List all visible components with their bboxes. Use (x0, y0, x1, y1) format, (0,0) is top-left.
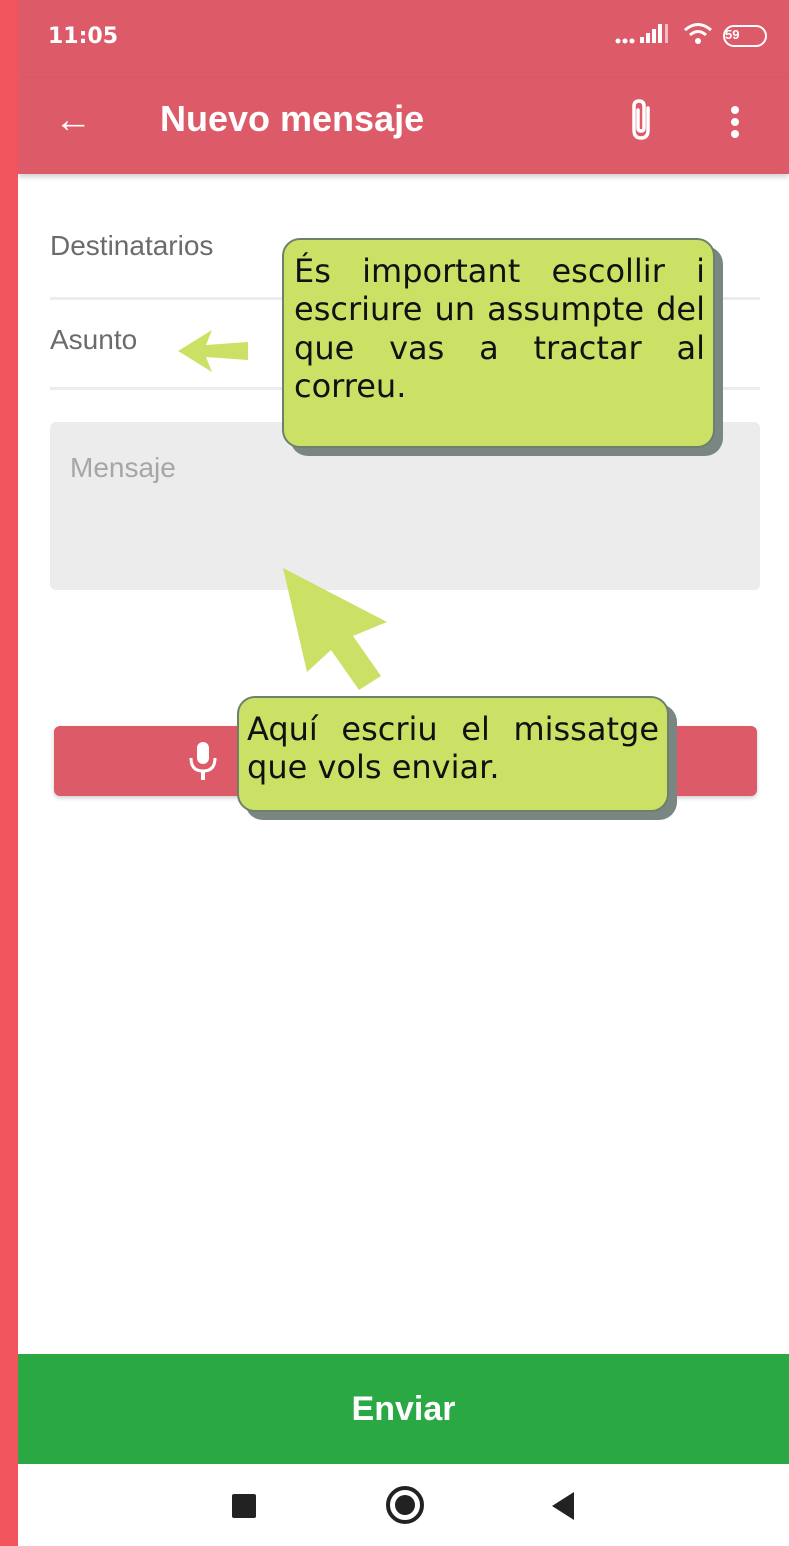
phone-screen: 11:05 59 ← Nuevo mensaje Destinatarios A… (18, 0, 789, 1546)
annotation-subject-tip: És important escollir i escriure un assu… (282, 238, 715, 448)
status-bar: 11:05 59 (18, 0, 789, 78)
system-nav-bar (18, 1464, 789, 1546)
home-circle-icon[interactable] (386, 1486, 424, 1524)
app-bar: ← Nuevo mensaje (18, 78, 789, 174)
arrow-back-icon[interactable]: ← (54, 100, 92, 140)
back-triangle-icon[interactable] (552, 1492, 574, 1520)
status-icons: 59 (615, 22, 767, 49)
paperclip-icon[interactable] (626, 98, 658, 142)
annotation-message-tip: Aquí escriu el missatge que vols enviar. (237, 696, 669, 812)
pointer-arrow-left-icon (178, 330, 248, 372)
pointer-arrow-cursor-icon (283, 568, 387, 690)
message-placeholder: Mensaje (70, 452, 176, 483)
send-button-label: Enviar (351, 1389, 456, 1428)
status-time: 11:05 (48, 24, 119, 49)
page-title: Nuevo mensaje (160, 98, 425, 139)
battery-icon: 59 (723, 24, 767, 47)
subject-placeholder: Asunto (50, 324, 138, 355)
microphone-icon (188, 740, 218, 782)
recipients-placeholder: Destinatarios (50, 230, 214, 261)
wifi-icon (683, 22, 713, 49)
send-button[interactable]: Enviar (18, 1354, 789, 1464)
recents-square-icon[interactable] (232, 1494, 256, 1518)
more-vert-icon[interactable] (720, 100, 750, 144)
signal-bars-icon (615, 22, 673, 49)
